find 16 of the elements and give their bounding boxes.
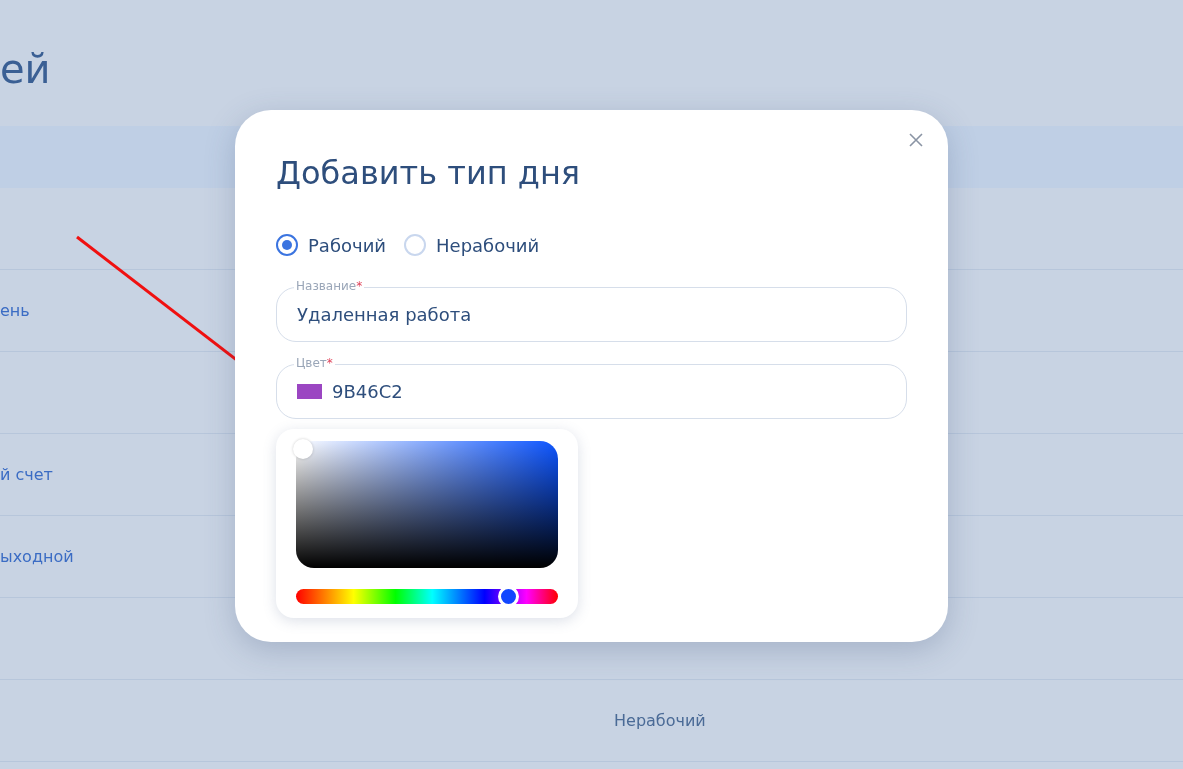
- field-label: Цвет*: [294, 356, 335, 370]
- page-title: ей: [0, 45, 52, 94]
- field-value: Удаленная работа: [297, 304, 472, 325]
- table-cell: Нерабочий: [614, 711, 706, 730]
- radio-option[interactable]: Рабочий: [276, 234, 387, 256]
- picker-handle[interactable]: [293, 439, 313, 459]
- hue-slider[interactable]: [296, 589, 558, 604]
- hue-thumb[interactable]: [498, 586, 520, 607]
- saturation-area[interactable]: [296, 441, 558, 568]
- field-label: Название*: [294, 279, 365, 293]
- radio-option[interactable]: Нерабочий: [404, 234, 540, 256]
- radio-button[interactable]: [276, 234, 298, 256]
- field-value: 9B46C2: [332, 381, 403, 402]
- radio-label: Нерабочий: [436, 234, 540, 256]
- dialog-title: Добавить тип дня: [276, 153, 582, 194]
- radio-label: Рабочий: [308, 234, 387, 256]
